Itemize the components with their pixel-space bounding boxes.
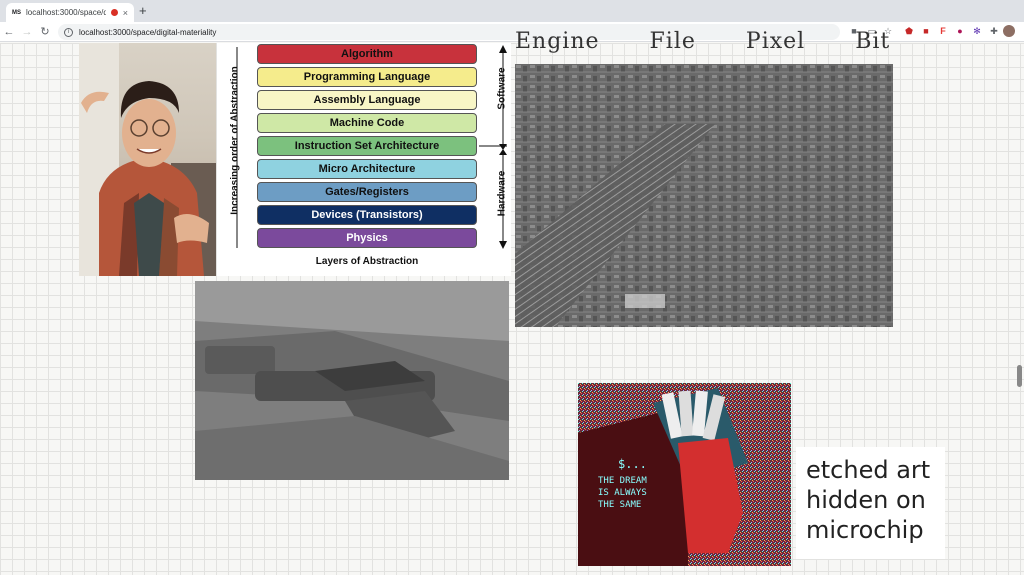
profile-avatar[interactable]: [1003, 25, 1015, 37]
heading-word: Bit: [855, 29, 891, 54]
forward-arrow-icon[interactable]: →: [18, 26, 36, 38]
new-tab-button[interactable]: +: [139, 3, 147, 18]
transistor-render: [195, 281, 509, 480]
caption-line: microchip: [806, 516, 924, 544]
webcam-video: [79, 43, 216, 276]
scrollbar-thumb[interactable]: [1017, 365, 1022, 387]
pdf-extension-icon[interactable]: ■: [920, 25, 932, 37]
tab-bar: MS localhost:3000/space/digi × +: [0, 0, 1024, 22]
site-info-icon[interactable]: i: [64, 27, 73, 37]
chip-circuitry: [515, 64, 893, 327]
etched-chip-art-image[interactable]: $... THE DREAM IS ALWAYS THE SAME: [578, 383, 791, 566]
chip-art-render: $... THE DREAM IS ALWAYS THE SAME: [578, 383, 791, 566]
abstraction-arrows: [236, 45, 507, 249]
heading-word: File: [649, 29, 696, 54]
canvas[interactable]: Engine File Pixel Bit Algorithm Programm…: [0, 29, 1024, 575]
transistor-sem-image[interactable]: [195, 281, 509, 480]
tab-title: localhost:3000/space/digi: [26, 8, 106, 17]
caption-line: hidden on: [806, 486, 926, 514]
shield-extension-icon[interactable]: ⬟: [903, 25, 915, 37]
close-tab-icon[interactable]: ×: [123, 8, 128, 18]
software-label: Software: [496, 67, 508, 110]
chip-art-text-4: THE SAME: [598, 500, 641, 510]
tab-favicon-icon: MS: [12, 9, 21, 16]
recording-icon: [110, 9, 118, 16]
caption-card[interactable]: etched art hidden on microchip: [796, 447, 945, 559]
microchip-die-image[interactable]: [515, 64, 893, 327]
back-arrow-icon[interactable]: ←: [0, 26, 18, 38]
chip-art-text-2: THE DREAM: [598, 476, 647, 486]
hardware-label: Hardware: [496, 170, 508, 217]
chip-art-text-3: IS ALWAYS: [598, 488, 647, 498]
reload-icon[interactable]: ↻: [36, 25, 54, 38]
section-heading: Engine File Pixel Bit: [515, 29, 889, 59]
abstraction-diagram: Algorithm Programming Language Assembly …: [217, 43, 511, 276]
diagram-caption: Layers of Abstraction: [315, 256, 419, 267]
axis-label: Increasing order of Abstraction: [229, 66, 241, 215]
puzzle-extensions-icon[interactable]: ✚: [988, 25, 1000, 37]
f-extension-icon[interactable]: F: [937, 25, 949, 37]
heading-word: Engine: [515, 29, 600, 54]
heading-word: Pixel: [745, 29, 806, 54]
chip-art-text-1: $...: [618, 457, 647, 471]
gear-extension-icon[interactable]: ✻: [971, 25, 983, 37]
caption-line: etched art: [806, 456, 931, 484]
browser-tab[interactable]: MS localhost:3000/space/digi ×: [6, 3, 134, 22]
address-bar-url: localhost:3000/space/digital-materiality: [79, 27, 217, 37]
presenter-image: [79, 43, 216, 276]
record-extension-icon[interactable]: ●: [954, 25, 966, 37]
